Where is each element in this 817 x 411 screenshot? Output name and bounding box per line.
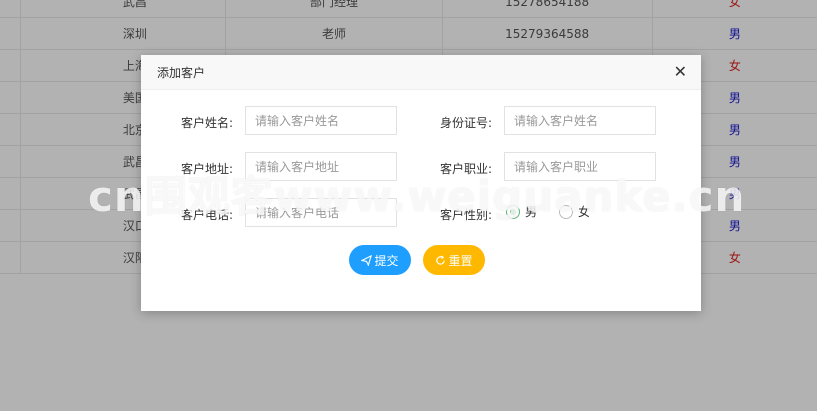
gender-female-radio[interactable]: 女	[559, 203, 590, 220]
address-label: 客户地址:	[180, 162, 233, 176]
address-input[interactable]	[245, 152, 397, 181]
name-input[interactable]	[245, 106, 397, 135]
id-card-input[interactable]	[504, 106, 656, 135]
phone-label: 客户电话:	[180, 208, 233, 222]
customer-form: 客户姓名: 身份证号: 客户地址: 客户职业: 客户电话: 客户性别: 男 女 …	[141, 90, 701, 311]
name-label: 客户姓名:	[180, 116, 233, 130]
submit-button[interactable]: 提交	[349, 245, 411, 275]
reset-label: 重置	[448, 253, 473, 268]
phone-input[interactable]	[245, 198, 397, 227]
job-label: 客户职业:	[439, 162, 492, 176]
submit-label: 提交	[374, 253, 399, 268]
dialog-header: 添加客户 ✕	[141, 55, 701, 90]
reset-button[interactable]: 重置	[423, 245, 485, 275]
dialog-title: 添加客户	[157, 65, 206, 80]
gender-radio-group: 男 女	[506, 203, 604, 220]
radio-checked-icon	[506, 204, 520, 219]
gender-female-label: 女	[578, 205, 591, 219]
refresh-icon	[436, 254, 446, 265]
add-customer-dialog: 添加客户 ✕ 客户姓名: 身份证号: 客户地址: 客户职业: 客户电话: 客户性…	[141, 55, 701, 311]
gender-male-radio[interactable]: 男	[506, 203, 537, 220]
id-card-label: 身份证号:	[439, 116, 492, 130]
send-icon	[361, 254, 373, 266]
job-input[interactable]	[504, 152, 656, 181]
radio-unchecked-icon	[559, 204, 574, 219]
close-icon[interactable]: ✕	[674, 64, 687, 80]
gender-label: 客户性别:	[439, 208, 492, 222]
gender-male-label: 男	[525, 205, 538, 219]
